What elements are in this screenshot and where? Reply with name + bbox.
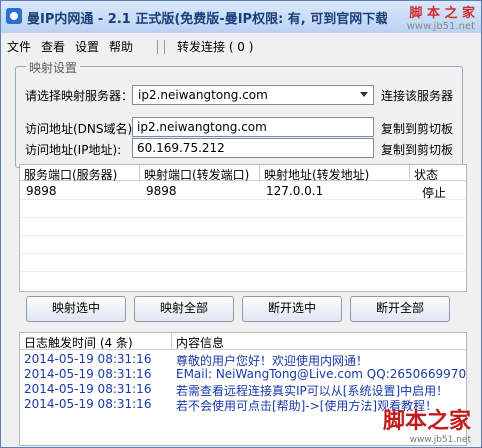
table-grid-line	[20, 253, 466, 254]
ip-address-field[interactable]: 60.169.75.212	[132, 138, 374, 158]
table-grid-line	[20, 199, 466, 200]
menu-view[interactable]: 查看	[41, 38, 65, 55]
log-header-time[interactable]: 日志触发时间 (4 条)	[20, 333, 172, 350]
table-cell-server-port[interactable]: 9898	[20, 183, 57, 198]
column-header-mapped-port[interactable]: 映射端口(转发端口)	[140, 165, 260, 182]
menu-separator	[157, 40, 165, 54]
table-grid-line	[20, 235, 466, 236]
log-header-content[interactable]: 内容信息	[172, 333, 466, 350]
menu-help[interactable]: 帮助	[109, 38, 133, 55]
site-watermark-url: www.jb51.net	[406, 21, 475, 32]
table-cell-mapped-address[interactable]: 127.0.0.1	[260, 183, 323, 198]
table-cell-mapped-port[interactable]: 9898	[140, 183, 177, 198]
map-selected-button[interactable]: 映射选中	[26, 296, 126, 322]
site-watermark-top: 脚 本 之 家 www.jb51.net	[407, 2, 475, 32]
site-watermark-bottom: 脚本之家 www.jb51.net	[383, 403, 471, 445]
ip-address-value: 60.169.75.212	[137, 141, 225, 155]
port-mapping-table[interactable]: 服务端口(服务器) 映射端口(转发端口) 映射地址(转发地址) 状态 9898 …	[19, 164, 467, 292]
title-bar: 曼IP内网通 - 2.1 正式版(免费版-曼IP权限: 有, 可到官网下载无..…	[1, 1, 481, 33]
app-window: 曼IP内网通 - 2.1 正式版(免费版-曼IP权限: 有, 可到官网下载无..…	[0, 0, 482, 448]
window-title: 曼IP内网通 - 2.1 正式版(免费版-曼IP权限: 有, 可到官网下载无..…	[27, 12, 387, 27]
menu-bar: 文件 查看 设置 帮助 转发连接 ( 0 )	[1, 35, 481, 57]
log-row-time[interactable]: 2014-05-19 08:31:16	[24, 352, 151, 366]
copy-dns-button[interactable]: 复制到剪切板	[381, 120, 453, 137]
log-row-message[interactable]: EMail: NeiWangTong@Live.com QQ:265066997…	[176, 367, 466, 381]
server-label: 请选择映射服务器：	[25, 89, 134, 103]
map-all-button[interactable]: 映射全部	[134, 296, 234, 322]
watermark-url: www.jb51.net	[409, 435, 471, 445]
log-row-time[interactable]: 2014-05-19 08:31:16	[24, 367, 151, 381]
dns-address-field[interactable]: ip2.neiwangtong.com	[132, 117, 374, 137]
mapping-settings-legend: 映射设置	[26, 59, 81, 76]
table-grid-line	[20, 271, 466, 272]
watermark-text: 脚本之家	[382, 408, 471, 434]
menu-settings[interactable]: 设置	[75, 38, 99, 55]
server-select[interactable]: ip2.neiwangtong.com	[132, 85, 374, 105]
connect-server-button[interactable]: 连接该服务器	[381, 87, 453, 104]
ip-address-label: 访问地址(IP地址):	[25, 143, 122, 157]
site-watermark-text: 脚 本 之 家	[409, 6, 475, 21]
log-row-time[interactable]: 2014-05-19 08:31:16	[24, 382, 151, 396]
copy-ip-button[interactable]: 复制到剪切板	[381, 141, 453, 158]
server-select-value: ip2.neiwangtong.com	[138, 88, 268, 102]
disconnect-selected-button[interactable]: 断开选中	[242, 296, 342, 322]
column-header-status[interactable]: 状态	[410, 165, 466, 182]
dns-address-value: ip2.neiwangtong.com	[137, 120, 267, 134]
log-row-time[interactable]: 2014-05-19 08:31:16	[24, 397, 151, 411]
menu-forward-connections[interactable]: 转发连接 ( 0 )	[177, 38, 253, 55]
column-header-mapped-address[interactable]: 映射地址(转发地址)	[260, 165, 410, 182]
disconnect-all-button[interactable]: 断开全部	[350, 296, 450, 322]
table-grid-line	[20, 217, 466, 218]
chevron-down-icon[interactable]	[360, 92, 368, 97]
dns-address-label: 访问地址(DNS域名):	[25, 122, 137, 136]
app-icon	[6, 8, 22, 24]
column-header-server-port[interactable]: 服务端口(服务器)	[20, 165, 140, 182]
menu-file[interactable]: 文件	[7, 38, 31, 55]
